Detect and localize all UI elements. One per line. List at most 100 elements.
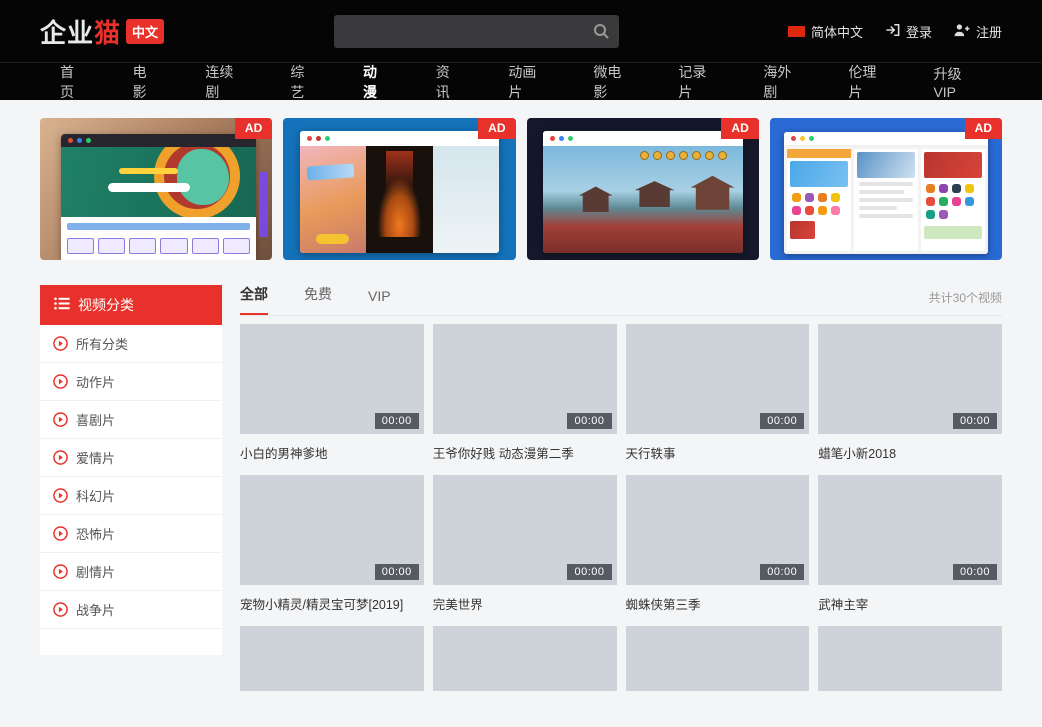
video-thumbnail[interactable] [433, 626, 617, 691]
nav-item-ethics[interactable]: 伦理片 [824, 62, 909, 102]
video-card: 00:00 宠物小精灵/精灵宝可梦[2019] [240, 475, 424, 613]
video-title[interactable]: 蜘蛛侠第三季 [626, 594, 810, 613]
category-label: 动作片 [76, 372, 115, 391]
browser-window-mock [543, 131, 743, 253]
category-label: 剧情片 [76, 562, 115, 581]
ad-banner-3[interactable]: AD [527, 118, 759, 260]
video-grid-row-1: 00:00 小白的男神爹地 00:00 王爷你好贱 动态漫第二季 00:00 天… [240, 324, 1002, 475]
video-card: 00:00 蜘蛛侠第三季 [626, 475, 810, 613]
ad-banner-1[interactable]: AD [40, 118, 272, 260]
video-card [818, 626, 1002, 691]
nav-item-movies[interactable]: 电影 [109, 62, 182, 102]
category-label: 战争片 [76, 600, 115, 619]
nav-item-upgrade-vip[interactable]: 升级VIP [909, 64, 1002, 100]
sidebar-item-war[interactable]: 战争片 [40, 591, 222, 629]
nav-item-variety[interactable]: 综艺 [266, 62, 339, 102]
video-card [433, 626, 617, 691]
sidebar-item-all[interactable]: 所有分类 [40, 325, 222, 363]
logo-lang-badge: 中文 [126, 19, 164, 44]
nav-item-series[interactable]: 连续剧 [181, 62, 266, 102]
ad-banner-4[interactable]: AD [770, 118, 1002, 260]
duration-badge: 00:00 [953, 413, 997, 429]
video-thumbnail[interactable] [240, 626, 424, 691]
browser-window-mock [61, 134, 256, 260]
language-link[interactable]: 简体中文 [788, 22, 863, 41]
category-label: 所有分类 [76, 334, 128, 353]
tab-vip[interactable]: VIP [368, 288, 391, 315]
video-title[interactable]: 完美世界 [433, 594, 617, 613]
video-grid-row-3-partial [240, 626, 1002, 691]
search-icon[interactable] [593, 23, 609, 44]
video-thumbnail[interactable]: 00:00 [626, 475, 810, 585]
sidebar-item-drama[interactable]: 剧情片 [40, 553, 222, 591]
content-area: 视频分类 所有分类 动作片 喜剧片 爱情片 科幻片 [40, 285, 1002, 691]
category-label: 科幻片 [76, 486, 115, 505]
logo-text-primary: 企业 [40, 13, 94, 50]
search-input[interactable] [334, 15, 619, 48]
main-nav: 首页 电影 连续剧 综艺 动漫 资讯 动画片 微电影 记录片 海外剧 伦理片 升… [0, 62, 1042, 100]
video-thumbnail[interactable] [626, 626, 810, 691]
video-title[interactable]: 小白的男神爹地 [240, 443, 424, 462]
duration-badge: 00:00 [953, 564, 997, 580]
sidebar-item-romance[interactable]: 爱情片 [40, 439, 222, 477]
nav-item-overseas[interactable]: 海外剧 [739, 62, 824, 102]
video-thumbnail[interactable]: 00:00 [818, 475, 1002, 585]
sidebar-item-comedy[interactable]: 喜剧片 [40, 401, 222, 439]
sidebar-header: 视频分类 [40, 285, 222, 325]
video-title[interactable]: 宠物小精灵/精灵宝可梦[2019] [240, 594, 424, 613]
nav-item-microfilm[interactable]: 微电影 [569, 62, 654, 102]
video-title[interactable]: 武神主宰 [818, 594, 1002, 613]
login-icon [885, 23, 900, 40]
duration-badge: 00:00 [375, 564, 419, 580]
video-card: 00:00 蜡笔小新2018 [818, 324, 1002, 462]
sidebar-item-scifi[interactable]: 科幻片 [40, 477, 222, 515]
duration-badge: 00:00 [375, 413, 419, 429]
filter-tabs: 全部 免费 VIP 共计30个视频 [240, 285, 1002, 316]
login-link[interactable]: 登录 [885, 22, 932, 41]
login-label: 登录 [906, 22, 932, 41]
sidebar-item-horror[interactable]: 恐怖片 [40, 515, 222, 553]
nav-item-anime[interactable]: 动漫 [339, 62, 412, 102]
video-thumbnail[interactable]: 00:00 [433, 475, 617, 585]
nav-item-home[interactable]: 首页 [40, 62, 109, 102]
category-label: 喜剧片 [76, 410, 115, 429]
tab-all[interactable]: 全部 [240, 284, 268, 315]
video-thumbnail[interactable]: 00:00 [433, 324, 617, 434]
ad-badge: AD [721, 118, 758, 139]
register-link[interactable]: 注册 [954, 22, 1002, 41]
video-thumbnail[interactable]: 00:00 [240, 475, 424, 585]
total-count: 共计30个视频 [929, 289, 1002, 315]
category-label: 恐怖片 [76, 524, 115, 543]
video-title[interactable]: 王爷你好贱 动态漫第二季 [433, 443, 617, 462]
ad-banner-2[interactable]: AD [283, 118, 515, 260]
video-title[interactable]: 天行轶事 [626, 443, 810, 462]
top-header: 企业 猫 中文 简体中文 登录 注册 [0, 0, 1042, 62]
logo-text-accent: 猫 [94, 13, 121, 50]
register-label: 注册 [976, 22, 1002, 41]
video-thumbnail[interactable]: 00:00 [240, 324, 424, 434]
video-card: 00:00 王爷你好贱 动态漫第二季 [433, 324, 617, 462]
nav-item-news[interactable]: 资讯 [412, 62, 485, 102]
category-list: 所有分类 动作片 喜剧片 爱情片 科幻片 恐怖片 [40, 325, 222, 655]
sidebar-item-action[interactable]: 动作片 [40, 363, 222, 401]
tab-free[interactable]: 免费 [304, 284, 332, 315]
video-card: 00:00 小白的男神爹地 [240, 324, 424, 462]
site-logo[interactable]: 企业 猫 中文 [40, 13, 164, 50]
video-thumbnail[interactable]: 00:00 [626, 324, 810, 434]
duration-badge: 00:00 [760, 564, 804, 580]
video-list-panel: 全部 免费 VIP 共计30个视频 00:00 小白的男神爹地 00:00 王爷… [240, 285, 1002, 691]
ad-badge: AD [478, 118, 515, 139]
video-card: 00:00 武神主宰 [818, 475, 1002, 613]
video-card: 00:00 天行轶事 [626, 324, 810, 462]
category-label: 爱情片 [76, 448, 115, 467]
video-thumbnail[interactable]: 00:00 [818, 324, 1002, 434]
video-card [626, 626, 810, 691]
search-box [334, 15, 619, 48]
language-label: 简体中文 [811, 22, 863, 41]
nav-item-cartoon[interactable]: 动画片 [484, 62, 569, 102]
video-title[interactable]: 蜡笔小新2018 [818, 443, 1002, 462]
ad-badge: AD [965, 118, 1002, 139]
ad-banner-row: AD AD AD [40, 118, 1002, 260]
nav-item-documentary[interactable]: 记录片 [654, 62, 739, 102]
video-thumbnail[interactable] [818, 626, 1002, 691]
